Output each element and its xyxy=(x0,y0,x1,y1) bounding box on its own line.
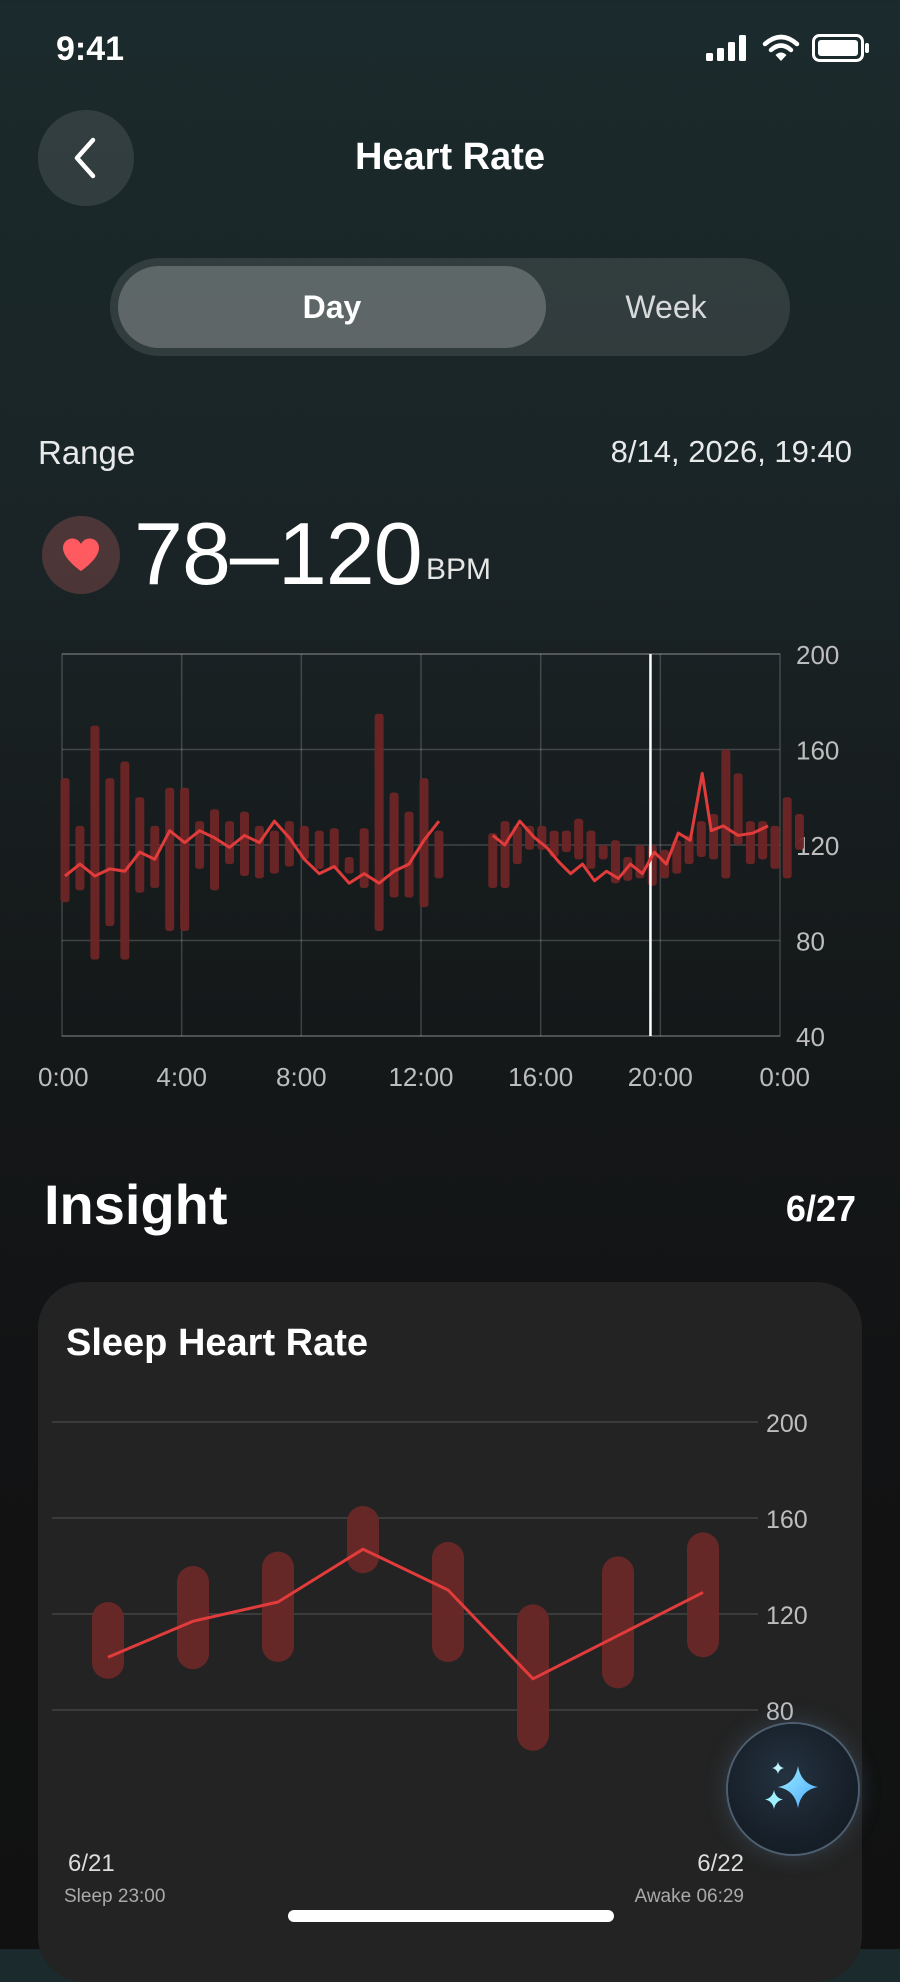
x-tick-label: 8:00 xyxy=(276,1062,327,1092)
range-bar xyxy=(120,761,130,960)
range-bar xyxy=(135,797,145,893)
range-bar xyxy=(344,856,354,874)
y-tick-label: 160 xyxy=(796,736,839,766)
range-bar xyxy=(195,821,205,869)
range-bar xyxy=(254,825,264,879)
range-bar xyxy=(745,821,755,865)
range-bar xyxy=(389,792,399,898)
range-bar xyxy=(794,813,804,850)
range-bar xyxy=(434,830,444,879)
range-bar xyxy=(105,778,115,927)
start-date: 6/21 xyxy=(68,1850,115,1877)
range-bar xyxy=(347,1506,379,1574)
range-value: 78–120 xyxy=(134,504,423,603)
range-bar xyxy=(165,787,175,931)
range-bar xyxy=(269,830,279,874)
range-bar xyxy=(500,821,510,888)
y-tick-label: 80 xyxy=(766,1698,794,1726)
range-bar xyxy=(359,828,369,888)
y-tick-label: 40 xyxy=(796,1022,825,1052)
range-bar xyxy=(696,821,706,857)
range-bar xyxy=(75,825,85,891)
y-tick-label: 160 xyxy=(766,1506,808,1534)
card-title: Sleep Heart Rate xyxy=(66,1322,369,1364)
y-tick-label: 200 xyxy=(766,1410,808,1438)
range-bar xyxy=(586,830,596,869)
range-unit: BPM xyxy=(426,553,492,586)
x-tick-label: 16:00 xyxy=(508,1062,573,1092)
range-bar xyxy=(210,809,220,891)
range-bar xyxy=(647,845,657,886)
range-bar xyxy=(602,1556,634,1689)
y-tick-label: 80 xyxy=(796,927,825,957)
x-tick-label: 20:00 xyxy=(628,1062,693,1092)
period-segmented-control: Day Week xyxy=(110,258,790,356)
range-bar xyxy=(721,749,731,879)
page-title: Heart Rate xyxy=(354,136,546,178)
home-indicator xyxy=(288,1910,614,1922)
sparkle-icon xyxy=(765,1762,818,1809)
x-tick-label: 0:00 xyxy=(759,1062,810,1092)
sleep-time: Sleep 23:00 xyxy=(64,1886,166,1907)
range-bar xyxy=(262,1551,294,1662)
tab-week[interactable]: Week xyxy=(550,266,782,348)
range-datetime: 8/14, 2026, 19:40 xyxy=(610,434,852,469)
range-bar xyxy=(561,830,571,853)
x-tick-label: 4:00 xyxy=(156,1062,207,1092)
range-bar xyxy=(770,825,780,869)
range-bar xyxy=(92,1602,124,1679)
range-bar xyxy=(239,811,249,877)
range-bar xyxy=(314,830,324,869)
sleep-heart-rate-chart: 200 160 120 80 xyxy=(52,1410,808,1751)
insight-count: 6/27 xyxy=(785,1188,856,1229)
range-bar xyxy=(329,828,339,869)
range-bar xyxy=(488,833,498,888)
heart-badge xyxy=(42,516,120,594)
status-time: 9:41 xyxy=(56,30,125,68)
range-bar xyxy=(225,821,235,865)
y-tick-label: 200 xyxy=(796,640,839,670)
range-bar xyxy=(782,797,792,879)
x-tick-label: 12:00 xyxy=(388,1062,453,1092)
status-icons xyxy=(706,34,870,62)
awake-time: Awake 06:29 xyxy=(634,1886,744,1907)
insight-title: Insight xyxy=(44,1173,228,1236)
x-tick-label: 0:00 xyxy=(38,1062,89,1092)
wifi-icon xyxy=(762,34,800,61)
range-bar xyxy=(598,845,608,860)
battery-icon xyxy=(812,34,869,62)
heart-icon xyxy=(63,538,99,571)
range-bar xyxy=(574,818,584,860)
sleep-heart-rate-card[interactable]: Sleep Heart Rate 200 160 120 80 6/21 6/22 S… xyxy=(38,1282,862,1982)
range-bar xyxy=(404,811,414,898)
range-bar xyxy=(90,725,100,960)
range-bar xyxy=(180,787,190,931)
range-bar xyxy=(687,1532,719,1658)
range-bar xyxy=(374,713,384,931)
ai-assistant-button[interactable] xyxy=(728,1724,858,1854)
day-heart-rate-chart[interactable]: 20016012080400:00 4:00 8:00 12:00 16:00 20:00… xyxy=(0,640,900,1100)
range-bar xyxy=(60,778,70,903)
range-label: Range xyxy=(38,434,136,471)
signal-icon xyxy=(706,35,746,61)
tab-day[interactable]: Day xyxy=(118,266,546,348)
end-date: 6/22 xyxy=(697,1850,744,1877)
y-tick-label: 120 xyxy=(766,1602,808,1630)
